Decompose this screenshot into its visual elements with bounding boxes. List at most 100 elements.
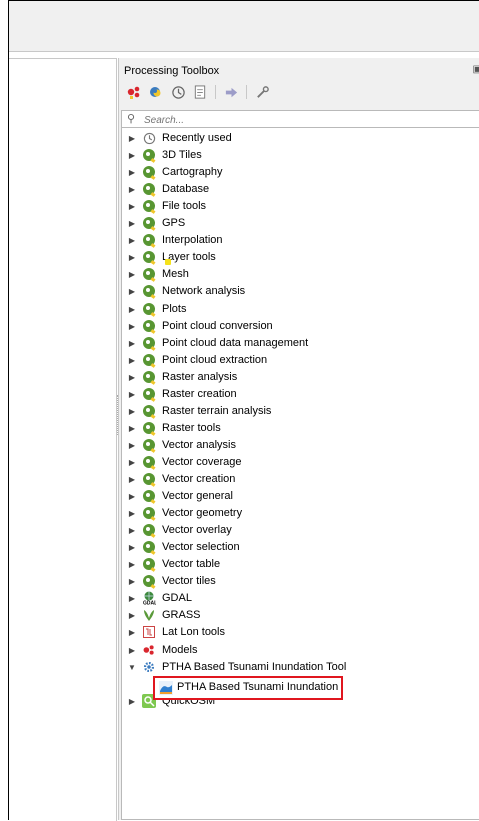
expand-arrow-icon[interactable]: ▶ — [128, 577, 136, 586]
edit-features-in-place-icon[interactable] — [222, 83, 240, 101]
tree-item[interactable]: ▶ Vector general — [122, 488, 472, 505]
tree-item[interactable]: ▶ Layer tools — [122, 249, 472, 266]
tree-item[interactable]: ▶ Vector table — [122, 556, 472, 573]
mouse-cursor — [165, 259, 171, 265]
toolbox-toolbar — [125, 82, 271, 102]
tree-item[interactable]: ▶ Point cloud conversion — [122, 318, 472, 335]
expand-arrow-icon[interactable]: ▶ — [128, 356, 136, 365]
qgis-icon — [142, 148, 156, 162]
expand-arrow-icon[interactable]: ▶ — [128, 628, 136, 637]
tree-item[interactable]: ▶ Vector overlay — [122, 522, 472, 539]
tree-item[interactable]: ▶ Plots — [122, 301, 472, 318]
python-script-icon[interactable] — [147, 83, 165, 101]
search-field[interactable]: ⚲ — [121, 110, 479, 128]
expand-arrow-icon[interactable]: ▶ — [128, 441, 136, 450]
expand-arrow-icon[interactable]: ▶ — [128, 697, 136, 706]
tree-item-label: Vector coverage — [162, 455, 242, 468]
qgis-icon — [142, 302, 156, 316]
tree-item[interactable]: ▶ Interpolation — [122, 232, 472, 249]
qgis-icon — [142, 506, 156, 520]
expand-arrow-icon[interactable]: ▶ — [128, 287, 136, 296]
expand-arrow-icon[interactable]: ▶ — [128, 270, 136, 279]
qgis-icon — [142, 523, 156, 537]
expand-arrow-icon[interactable]: ▶ — [128, 168, 136, 177]
expand-arrow-icon[interactable]: ▶ — [128, 236, 136, 245]
options-wrench-icon[interactable] — [253, 83, 271, 101]
expand-arrow-icon[interactable]: ▶ — [128, 594, 136, 603]
qgis-icon — [142, 165, 156, 179]
tree-item-label: Raster tools — [162, 421, 221, 434]
tree-item[interactable]: ▶ Vector analysis — [122, 437, 472, 454]
search-input[interactable] — [142, 112, 446, 128]
tree-item[interactable]: ▶ GRASS — [122, 607, 472, 624]
tree-item[interactable]: ▶ Raster tools — [122, 420, 472, 437]
expand-arrow-icon[interactable]: ▶ — [128, 560, 136, 569]
tree-item[interactable]: ▶ Lat Lon tools — [122, 624, 472, 641]
qgis-icon — [142, 574, 156, 588]
expand-arrow-icon[interactable]: ▶ — [128, 509, 136, 518]
tree-item[interactable]: ▶ Vector tiles — [122, 573, 472, 590]
tree-item[interactable]: ▶ Cartography — [122, 164, 472, 181]
tree-item[interactable]: ▶ Mesh — [122, 266, 472, 283]
expand-arrow-icon[interactable]: ▶ — [128, 151, 136, 160]
tree-item-label: Vector selection — [162, 541, 240, 554]
tree-item-label: Lat Lon tools — [162, 626, 225, 639]
expand-arrow-icon[interactable]: ▶ — [128, 305, 136, 314]
collapse-arrow-icon[interactable]: ▼ — [128, 663, 136, 672]
expand-arrow-icon[interactable]: ▶ — [128, 611, 136, 620]
expand-arrow-icon[interactable]: ▶ — [128, 185, 136, 194]
tree-item[interactable]: ▶ Raster creation — [122, 386, 472, 403]
expand-arrow-icon[interactable]: ▶ — [128, 646, 136, 655]
tree-item[interactable]: ▶ Vector geometry — [122, 505, 472, 522]
tree-item[interactable]: ▼ PTHA Based Tsunami Inundation Tool — [122, 659, 472, 676]
expand-arrow-icon[interactable]: ▶ — [128, 475, 136, 484]
expand-arrow-icon[interactable]: ▶ — [128, 424, 136, 433]
toolbar-separator — [215, 85, 216, 99]
tree-item[interactable]: ▶ GDAL GDAL — [122, 590, 472, 607]
tree-item[interactable]: ▶ File tools — [122, 198, 472, 215]
tree-item[interactable]: ▶ Models — [122, 642, 472, 659]
tree-item[interactable]: ▶ Network analysis — [122, 283, 472, 300]
tree-item-label[interactable]: PTHA Based Tsunami Inundation — [177, 681, 338, 693]
tree-item-label: Vector table — [162, 558, 221, 571]
tree-item-label: Vector general — [162, 490, 233, 503]
clock-icon — [142, 131, 156, 145]
tree-item[interactable]: ▶ Raster analysis — [122, 369, 472, 386]
expand-arrow-icon[interactable]: ▶ — [128, 202, 136, 211]
qgis-icon — [142, 216, 156, 230]
panel-title: Processing Toolbox — [124, 65, 220, 77]
tree-item[interactable]: ▶ Raster terrain analysis — [122, 403, 472, 420]
expand-arrow-icon[interactable]: ▶ — [128, 253, 136, 262]
tree-item[interactable]: ▶ Point cloud data management — [122, 335, 472, 352]
expand-arrow-icon[interactable]: ▶ — [128, 458, 136, 467]
tree-item[interactable]: ▶ Recently used — [122, 130, 472, 147]
expand-arrow-icon[interactable]: ▶ — [128, 134, 136, 143]
history-icon[interactable] — [169, 83, 187, 101]
tree-item[interactable]: ▶ Vector selection — [122, 539, 472, 556]
expand-arrow-icon[interactable]: ▶ — [128, 219, 136, 228]
models-icon[interactable] — [125, 83, 143, 101]
expand-arrow-icon[interactable]: ▶ — [128, 492, 136, 501]
tree-item-label: Vector geometry — [162, 507, 243, 520]
tree-item[interactable]: ▶ Vector coverage — [122, 454, 472, 471]
tree-item[interactable]: ▶ 3D Tiles — [122, 147, 472, 164]
float-close-icon[interactable]: ▣ — [473, 64, 479, 75]
processing-toolbox-panel: Processing Toolbox ▣ ⚲ ▶ Recently used ▶ 3D… — [118, 58, 479, 820]
tree-item[interactable]: ▶ Vector creation — [122, 471, 472, 488]
expand-arrow-icon[interactable]: ▶ — [128, 390, 136, 399]
tree-item[interactable]: ▶ GPS — [122, 215, 472, 232]
expand-arrow-icon[interactable]: ▶ — [128, 407, 136, 416]
expand-arrow-icon[interactable]: ▶ — [128, 543, 136, 552]
expand-arrow-icon[interactable]: ▶ — [128, 373, 136, 382]
expand-arrow-icon[interactable]: ▶ — [128, 339, 136, 348]
gear-icon — [142, 660, 156, 674]
tree-item-label: File tools — [162, 200, 207, 213]
tree-item[interactable]: ▶ Database — [122, 181, 472, 198]
tree-item-label: Models — [162, 643, 198, 656]
expand-arrow-icon[interactable]: ▶ — [128, 322, 136, 331]
qgis-icon — [142, 489, 156, 503]
qgis-icon — [142, 370, 156, 384]
expand-arrow-icon[interactable]: ▶ — [128, 526, 136, 535]
tree-item[interactable]: ▶ Point cloud extraction — [122, 352, 472, 369]
results-viewer-icon[interactable] — [191, 83, 209, 101]
